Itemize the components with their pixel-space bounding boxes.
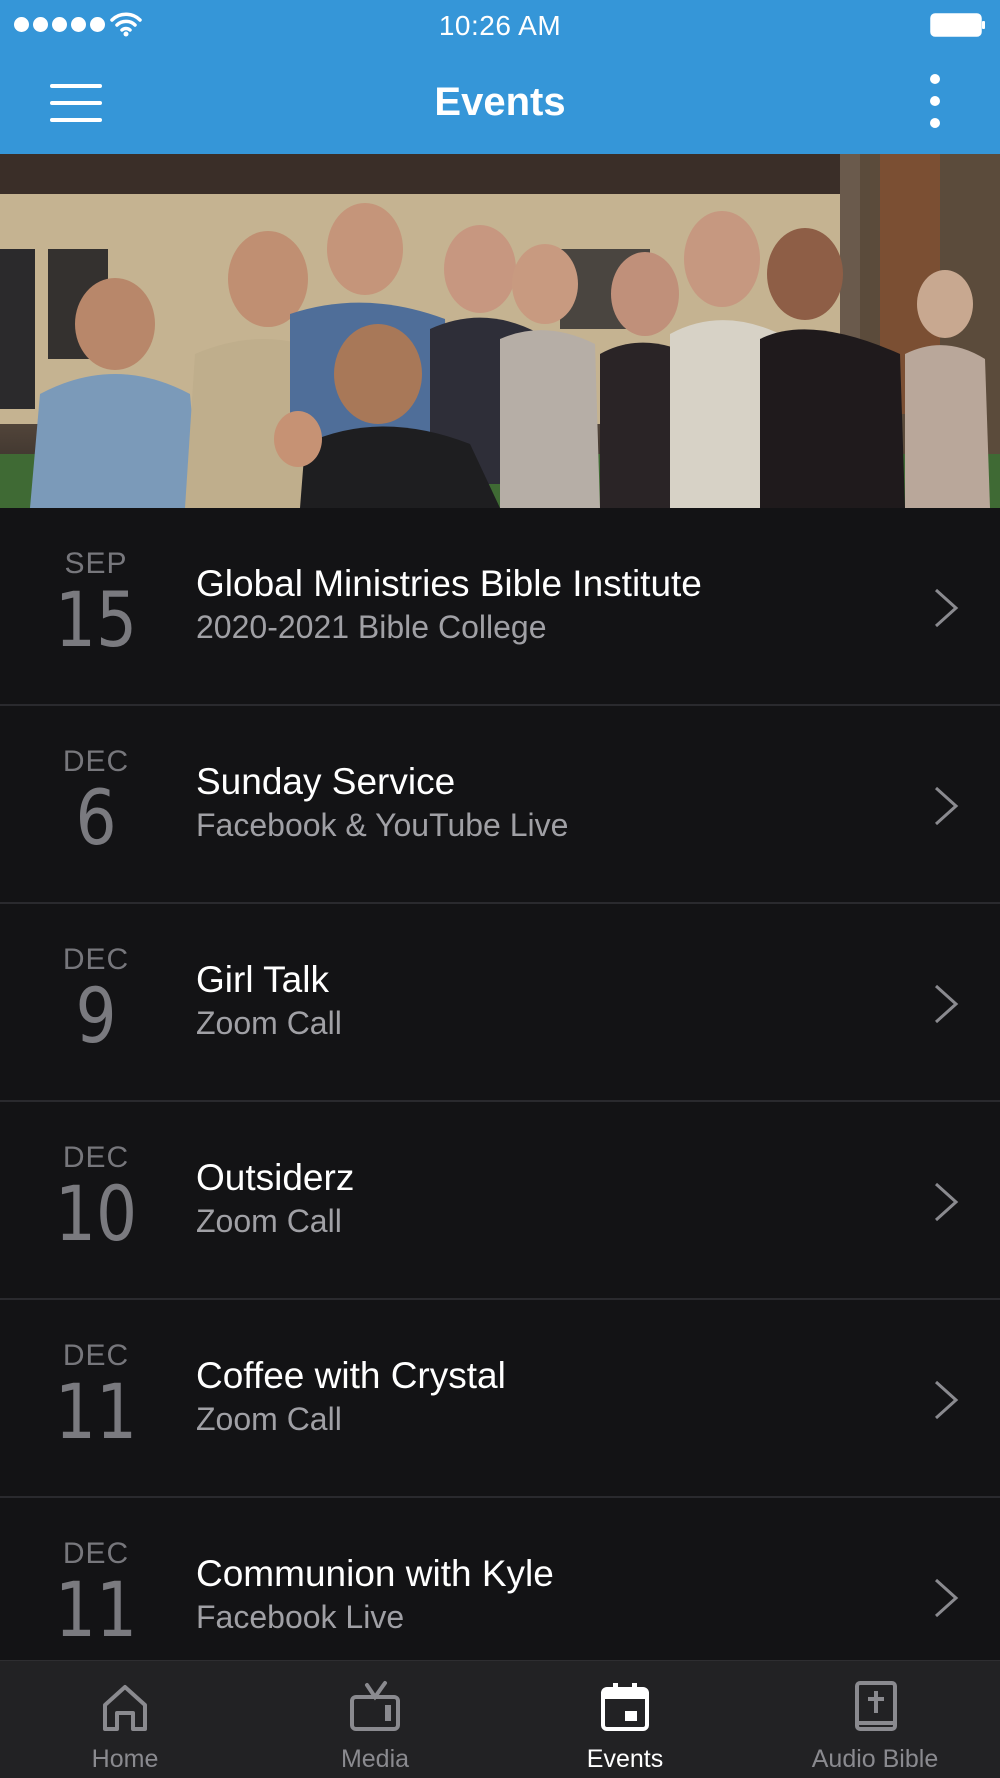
event-title: Communion with Kyle xyxy=(196,1553,554,1594)
event-date: DEC 11 xyxy=(30,1340,162,1450)
tab-label: Media xyxy=(340,1745,410,1773)
tab-audio-bible[interactable]: Audio Bible xyxy=(750,1661,1000,1778)
event-subtitle: Zoom Call xyxy=(196,1005,342,1041)
tab-media[interactable]: Media xyxy=(250,1661,500,1778)
event-subtitle: Facebook Live xyxy=(196,1599,405,1635)
tab-bar: Home Media Events Audio Bible xyxy=(0,1660,1000,1778)
event-text: Coffee with Crystal Zoom Call xyxy=(196,1354,896,1440)
event-text: Outsiderz Zoom Call xyxy=(196,1156,896,1242)
event-text: Sunday Service Facebook & YouTube Live xyxy=(196,760,896,846)
chevron-right-icon xyxy=(934,1380,959,1420)
nav-bar: Events xyxy=(0,50,1000,154)
tv-icon xyxy=(350,1681,400,1731)
tab-home[interactable]: Home xyxy=(0,1661,250,1778)
event-row[interactable]: DEC 11 Communion with Kyle Facebook Live xyxy=(0,1498,1000,1660)
event-day: 11 xyxy=(54,1565,138,1654)
tab-label: Events xyxy=(586,1745,664,1773)
event-date: DEC 11 xyxy=(30,1538,162,1648)
event-row[interactable]: SEP 15 Global Ministries Bible Institute… xyxy=(0,508,1000,706)
event-date: SEP 15 xyxy=(30,548,162,658)
event-row[interactable]: DEC 10 Outsiderz Zoom Call xyxy=(0,1102,1000,1300)
status-time: 10:26 AM xyxy=(438,10,562,41)
home-icon xyxy=(103,1685,147,1731)
event-row[interactable]: DEC 9 Girl Talk Zoom Call xyxy=(0,904,1000,1102)
page-title: Events xyxy=(434,80,566,124)
calendar-icon xyxy=(601,1683,649,1731)
event-text: Global Ministries Bible Institute 2020-2… xyxy=(196,562,896,648)
chevron-right-icon xyxy=(934,1578,959,1618)
event-date: DEC 9 xyxy=(30,944,162,1054)
event-title: Outsiderz xyxy=(196,1157,355,1198)
chevron-right-icon xyxy=(934,786,959,826)
event-title: Girl Talk xyxy=(196,959,329,1000)
event-day: 9 xyxy=(75,971,117,1060)
top-bar: 10:26 AM Events xyxy=(0,0,1000,154)
event-day: 11 xyxy=(54,1367,138,1456)
chevron-right-icon xyxy=(934,1182,959,1222)
event-subtitle: Zoom Call xyxy=(196,1401,342,1437)
event-day: 10 xyxy=(54,1169,138,1258)
event-title: Coffee with Crystal xyxy=(196,1355,506,1396)
tab-label: Audio Bible xyxy=(811,1745,939,1773)
event-subtitle: 2020-2021 Bible College xyxy=(196,609,547,645)
event-text: Communion with Kyle Facebook Live xyxy=(196,1552,896,1638)
event-subtitle: Facebook & YouTube Live xyxy=(196,807,569,843)
hero-image xyxy=(0,154,1000,508)
event-date: DEC 10 xyxy=(30,1142,162,1252)
event-row[interactable]: DEC 6 Sunday Service Facebook & YouTube … xyxy=(0,706,1000,904)
status-bar: 10:26 AM xyxy=(0,0,1000,50)
chevron-right-icon xyxy=(934,588,959,628)
battery-icon xyxy=(930,13,985,37)
chevron-right-icon xyxy=(934,984,959,1024)
tab-events[interactable]: Events xyxy=(500,1661,750,1778)
event-day: 15 xyxy=(54,575,138,664)
more-options-icon[interactable] xyxy=(920,74,950,130)
event-list: SEP 15 Global Ministries Bible Institute… xyxy=(0,508,1000,1660)
event-text: Girl Talk Zoom Call xyxy=(196,958,896,1044)
event-day: 6 xyxy=(75,773,117,862)
bible-icon xyxy=(855,1681,897,1731)
event-title: Global Ministries Bible Institute xyxy=(196,563,702,604)
event-date: DEC 6 xyxy=(30,746,162,856)
event-row[interactable]: DEC 11 Coffee with Crystal Zoom Call xyxy=(0,1300,1000,1498)
tab-label: Home xyxy=(91,1745,159,1773)
event-title: Sunday Service xyxy=(196,761,456,802)
event-subtitle: Zoom Call xyxy=(196,1203,342,1239)
